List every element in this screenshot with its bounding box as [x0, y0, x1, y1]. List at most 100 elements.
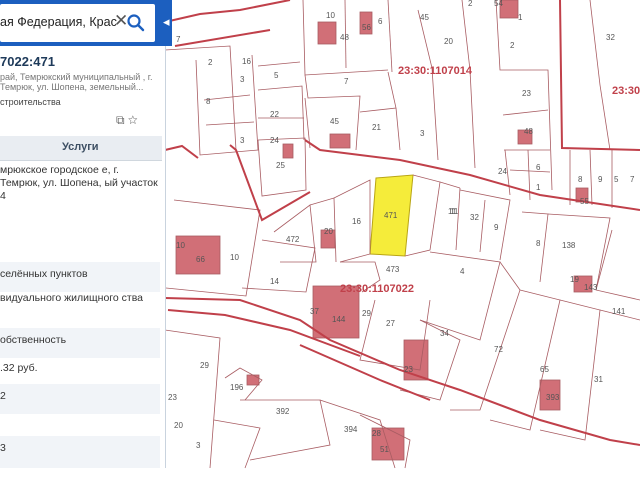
parcel-label: 6 [378, 17, 383, 26]
parcel-label: 394 [344, 425, 358, 434]
parcel-label: 24 [498, 167, 507, 176]
info-row: селённых пунктов [0, 262, 160, 292]
search-icon[interactable] [126, 13, 146, 33]
parcel-label: 48 [524, 127, 533, 136]
parcel-label: 54 [494, 0, 503, 8]
parcel-label: 7 [344, 77, 349, 86]
parcel-label: 7 [630, 175, 635, 184]
parcel-label: 392 [276, 407, 290, 416]
parcel-label: 5 [274, 71, 279, 80]
parcel-label: 23 [404, 365, 413, 374]
parcel-label: 21 [372, 123, 381, 132]
info-row: 3 [0, 436, 160, 468]
info-row: .32 руб. [0, 358, 160, 384]
parcel-label: 28 [372, 429, 381, 438]
parcel-label: 20 [174, 421, 183, 430]
parcel-label: 72 [494, 345, 503, 354]
parcel-label: 144 [332, 315, 346, 324]
parcel-label: 29 [362, 309, 371, 318]
info-row-value: обственность [0, 334, 67, 346]
parcel-label: 16 [352, 217, 361, 226]
parcel-label: 45 [420, 13, 429, 22]
parcel-label: 141 [612, 307, 626, 316]
parcel-label: 143 [584, 283, 598, 292]
parcel-label: 10 [230, 253, 239, 262]
parcel-label: 7 [176, 35, 181, 44]
parcel-purpose: строительства [0, 97, 61, 107]
parcel-label: 8 [536, 239, 541, 248]
parcel-label: 34 [440, 329, 449, 338]
parcel-label: 3 [240, 136, 245, 145]
info-row-value: селённых пунктов [0, 268, 88, 280]
parcel-label: 2 [468, 0, 473, 8]
parcel-label: 9 [494, 223, 499, 232]
parcel-label: 55 [580, 197, 589, 206]
parcel-label: 20 [444, 37, 453, 46]
parcel-label: 48 [340, 33, 349, 42]
parcel-label: 20 [324, 227, 333, 236]
parcel-label: 29 [200, 361, 209, 370]
panel-tabs: Услуги [0, 136, 162, 161]
parcel-label: 22 [270, 110, 279, 119]
info-row: видуального жилищного ства [0, 292, 160, 322]
parcel-label: 472 [286, 235, 300, 244]
search-input[interactable]: ая Федерация, Крас [0, 15, 117, 29]
parcel-label: 196 [230, 383, 244, 392]
search-input-box[interactable]: ая Федерация, Крас ✕ [0, 4, 155, 42]
parcel-label: 66 [196, 255, 205, 264]
parcel-label: 65 [540, 365, 549, 374]
parcel-label: 3 [240, 75, 245, 84]
quarter-label: 23:30:1107014 [398, 65, 473, 77]
parcel-label: 5 [614, 175, 619, 184]
parcel-label: 23 [168, 393, 177, 402]
parcel-label: 27 [386, 319, 395, 328]
info-row-value: .32 руб. [0, 362, 38, 374]
parcel-label: 19 [570, 275, 579, 284]
info-row: 2 [0, 384, 160, 414]
parcel-label: 4 [460, 267, 465, 276]
parcel-address: рай, Темрюкский муниципальный , г. Темрю… [0, 72, 153, 92]
parcel-description: мрюкское городское е, г. Темрюк, ул. Шоп… [0, 164, 158, 202]
info-row-value: 2 [0, 390, 6, 402]
info-row [0, 412, 160, 434]
parcel-label: 1 [518, 13, 523, 22]
tab-services[interactable]: Услуги [62, 141, 99, 153]
star-icon[interactable]: ☆ [128, 113, 138, 127]
parcel-label: 31 [594, 375, 603, 384]
parcel-label: 10 [176, 241, 185, 250]
edit-icon[interactable]: ⧉ [116, 113, 125, 127]
parcel-label: 32 [470, 213, 479, 222]
parcel-label: 56 [362, 23, 371, 32]
parcel-label: 16 [242, 57, 251, 66]
parcel-label: 138 [562, 241, 576, 250]
parcel-label: 23 [522, 89, 531, 98]
parcel-label: 473 [386, 265, 400, 274]
parcel-label: 45 [330, 117, 339, 126]
parcel-label: 8 [578, 175, 583, 184]
parcel-label: 9 [598, 175, 603, 184]
parcel-label: 11 [448, 207, 457, 216]
parcel-label: 2 [208, 58, 213, 67]
parcel-label: 393 [546, 393, 560, 402]
parcel-label: 2 [510, 41, 515, 50]
parcel-label: 10 [326, 11, 335, 20]
parcel-label: 25 [276, 161, 285, 170]
quarter-label: 23:30:1107022 [340, 283, 414, 295]
collapse-panel-icon[interactable]: ◂ [163, 14, 170, 30]
parcel-label: 3 [420, 129, 425, 138]
parcel-label: 471 [384, 211, 398, 220]
parcel-label: 1 [536, 183, 541, 192]
parcel-label: 6 [536, 163, 541, 172]
quarter-label: 23:30:110 [612, 85, 640, 97]
info-row: обственность [0, 328, 160, 358]
search-bar: ая Федерация, Крас ✕ ◂ [0, 0, 172, 46]
parcel-label: 3 [196, 441, 201, 450]
parcel-label: 37 [310, 307, 319, 316]
info-panel: 7022:471 рай, Темрюкский муниципальный ,… [0, 0, 166, 468]
panel-tools: ⧉ ☆ [116, 113, 138, 128]
parcel-label: 8 [206, 97, 211, 106]
parcel-label: 32 [606, 33, 615, 42]
parcel-label: 24 [270, 136, 279, 145]
parcel-label: 14 [270, 277, 279, 286]
parcel-label: 51 [380, 445, 389, 454]
